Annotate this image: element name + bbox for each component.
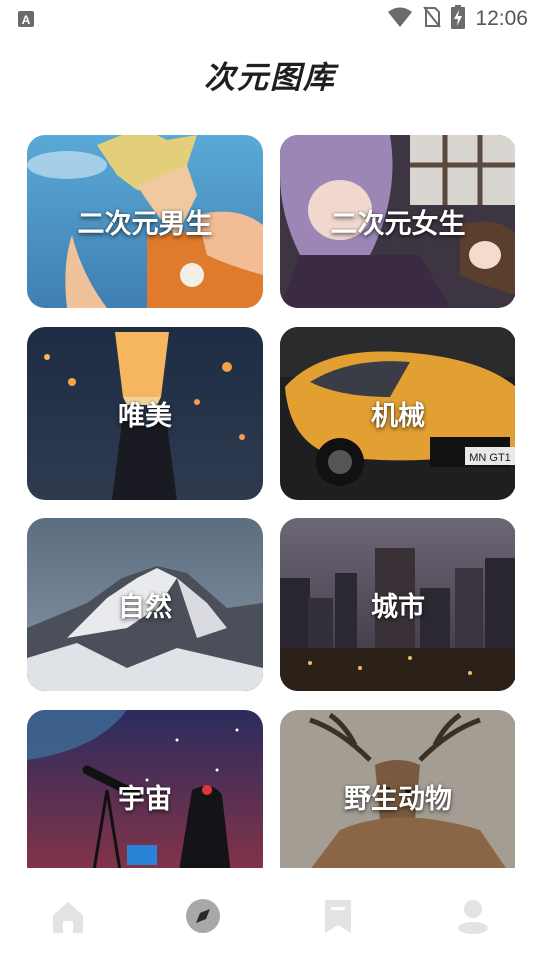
category-card-nature[interactable]: 自然 (27, 518, 263, 691)
category-label: 自然 (118, 592, 172, 623)
category-label: 二次元女生 (330, 209, 466, 240)
category-card-wildlife[interactable]: 野生动物 (280, 710, 515, 868)
status-time: 12:06 (475, 7, 528, 30)
nav-profile[interactable] (451, 894, 495, 938)
category-label: 野生动物 (344, 784, 452, 815)
category-label: 宇宙 (118, 784, 172, 815)
category-card-universe[interactable]: 宇宙 (27, 710, 263, 868)
wifi-icon (387, 6, 413, 32)
page-title: 次元图库 (204, 60, 336, 96)
category-grid: 二次元男生 二次元女生 唯美 MN GT1 机械 自然 城市 宇宙 野生动物 (27, 135, 515, 868)
category-card-anime-girls[interactable]: 二次元女生 (280, 135, 515, 308)
nav-bookmarks[interactable] (316, 894, 360, 938)
bookmark-icon (325, 900, 351, 933)
nav-home[interactable] (46, 894, 90, 938)
svg-text:A: A (22, 13, 31, 27)
category-card-aesthetic[interactable]: 唯美 (27, 327, 263, 500)
category-card-anime-boys[interactable]: 二次元男生 (27, 135, 263, 308)
bottom-nav (0, 868, 540, 960)
nav-discover[interactable] (181, 894, 225, 938)
compass-icon (186, 899, 220, 933)
category-card-mechanical[interactable]: MN GT1 机械 (280, 327, 515, 500)
category-label: 唯美 (118, 401, 172, 432)
status-bar: A 12:06 (0, 0, 540, 38)
category-card-city[interactable]: 城市 (280, 518, 515, 691)
category-label: 城市 (371, 592, 425, 623)
category-label: 机械 (371, 401, 425, 432)
category-label: 二次元男生 (77, 209, 213, 240)
notification-a-icon: A (17, 10, 35, 28)
no-sim-icon (423, 6, 442, 32)
home-icon (53, 902, 83, 933)
user-icon (458, 900, 488, 934)
battery-charging-icon (451, 5, 466, 33)
